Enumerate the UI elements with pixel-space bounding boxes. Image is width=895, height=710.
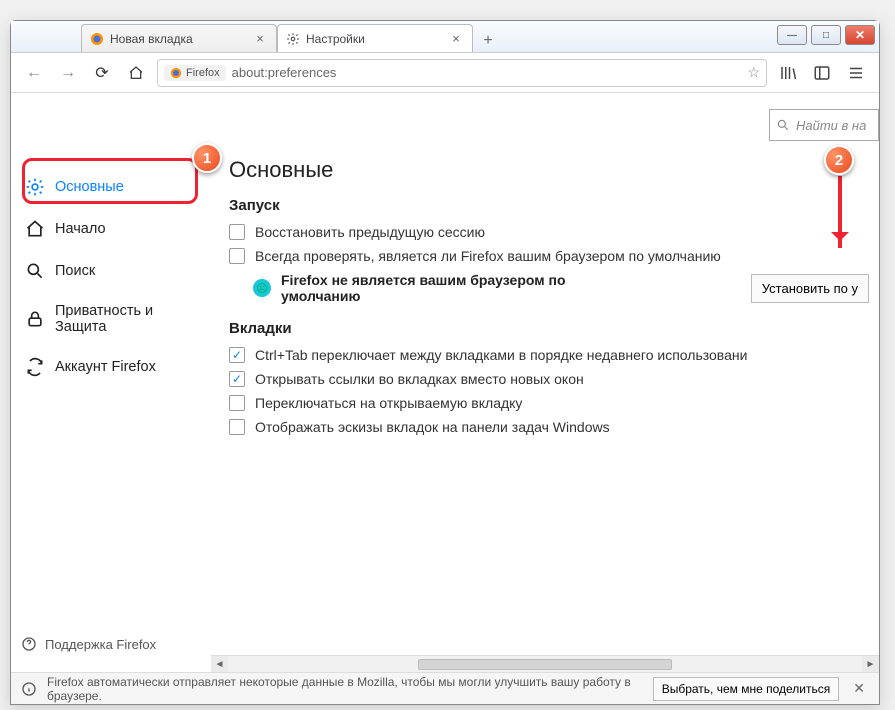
checkbox-label: Переключаться на открываемую вкладку [255, 395, 522, 411]
not-default-text: Firefox не является вашим браузером по у… [281, 272, 641, 304]
support-link[interactable]: Поддержка Firefox [21, 636, 156, 652]
checkbox-label: Ctrl+Tab переключает между вкладками в п… [255, 347, 747, 363]
sidebar-item-label: Аккаунт Firefox [55, 359, 156, 375]
titlebar: Новая вкладка × Настройки × + — □ ✕ [11, 21, 879, 53]
search-icon [25, 261, 45, 281]
forward-button[interactable]: → [55, 60, 81, 86]
browser-tab[interactable]: Настройки × [277, 24, 473, 52]
app-window: Новая вкладка × Настройки × + — □ ✕ ← → … [10, 20, 880, 705]
checkbox[interactable] [229, 395, 245, 411]
prefs-sidebar: Основные Начало Поиск Приватность и Защи… [11, 93, 211, 672]
info-icon [21, 681, 37, 697]
sidebar-item-account[interactable]: Аккаунт Firefox [15, 349, 211, 385]
search-icon [776, 118, 790, 132]
section-tabs-heading: Вкладки [229, 320, 869, 337]
sidebar-item-general[interactable]: Основные [15, 169, 211, 205]
set-default-button[interactable]: Установить по у [751, 274, 869, 303]
checkbox[interactable] [229, 347, 245, 363]
home-button[interactable] [123, 60, 149, 86]
checkbox-label: Всегда проверять, является ли Firefox ва… [255, 248, 721, 264]
horizontal-scrollbar[interactable]: ◄ ► [211, 655, 879, 672]
content-area: Основные Начало Поиск Приватность и Защи… [11, 93, 879, 672]
scrollbar-track[interactable] [228, 656, 862, 673]
sad-face-icon: ☹ [253, 279, 271, 297]
close-icon[interactable]: × [252, 31, 268, 46]
url-text: about:preferences [232, 65, 337, 80]
infobar-text: Firefox автоматически отправляет некотор… [47, 675, 643, 703]
infobar-choose-button[interactable]: Выбрать, чем мне поделиться [653, 677, 840, 701]
url-bar[interactable]: Firefox about:preferences ☆ [157, 59, 767, 87]
close-icon[interactable]: × [448, 31, 464, 46]
annotation-badge-2: 2 [824, 145, 854, 175]
checkbox[interactable] [229, 248, 245, 264]
scrollbar-thumb[interactable] [418, 659, 672, 670]
home-icon [25, 219, 45, 239]
checkbox[interactable] [229, 224, 245, 240]
sidebar-icon[interactable] [809, 60, 835, 86]
bookmark-star-icon[interactable]: ☆ [747, 64, 760, 81]
checkbox[interactable] [229, 419, 245, 435]
browser-tab[interactable]: Новая вкладка × [81, 24, 277, 52]
infobar: Firefox автоматически отправляет некотор… [11, 672, 879, 704]
checkbox-label: Отображать эскизы вкладок на панели зада… [255, 419, 610, 435]
section-startup-heading: Запуск [229, 197, 869, 214]
scroll-right-icon[interactable]: ► [862, 656, 879, 673]
reload-button[interactable]: ⟳ [89, 60, 115, 86]
checkbox-row[interactable]: Всегда проверять, является ли Firefox ва… [229, 248, 869, 264]
gear-icon [286, 32, 300, 46]
maximize-button[interactable]: □ [811, 25, 841, 45]
back-button[interactable]: ← [21, 60, 47, 86]
library-icon[interactable] [775, 60, 801, 86]
close-button[interactable]: ✕ [845, 25, 875, 45]
nav-toolbar: ← → ⟳ Firefox about:preferences ☆ [11, 53, 879, 93]
tab-label: Новая вкладка [110, 32, 193, 46]
minimize-button[interactable]: — [777, 25, 807, 45]
sidebar-item-search[interactable]: Поиск [15, 253, 211, 289]
checkbox-row[interactable]: Восстановить предыдущую сессию [229, 224, 869, 240]
tab-label: Настройки [306, 32, 365, 46]
tab-strip: Новая вкладка × Настройки × + [81, 22, 499, 52]
lock-icon [25, 309, 45, 329]
checkbox-row[interactable]: Отображать эскизы вкладок на панели зада… [229, 419, 869, 435]
search-placeholder: Найти в на [796, 118, 866, 133]
new-tab-button[interactable]: + [477, 30, 499, 52]
window-controls: — □ ✕ [777, 21, 879, 45]
checkbox[interactable] [229, 371, 245, 387]
sidebar-item-home[interactable]: Начало [15, 211, 211, 247]
page-title: Основные [229, 157, 869, 183]
checkbox-label: Восстановить предыдущую сессию [255, 224, 485, 240]
prefs-main: Найти в на Основные Запуск Восстановить … [211, 93, 879, 672]
firefox-icon [90, 32, 104, 46]
checkbox-row[interactable]: Ctrl+Tab переключает между вкладками в п… [229, 347, 869, 363]
default-browser-row: ☹ Firefox не является вашим браузером по… [253, 272, 869, 304]
brand-label: Firefox [186, 67, 220, 79]
annotation-arrow [838, 176, 842, 248]
annotation-badge-1: 1 [192, 143, 222, 173]
gear-icon [25, 177, 45, 197]
sidebar-item-label: Основные [55, 179, 124, 195]
checkbox-row[interactable]: Открывать ссылки во вкладках вместо новы… [229, 371, 869, 387]
prefs-search-input[interactable]: Найти в на [769, 109, 879, 141]
checkbox-label: Открывать ссылки во вкладках вместо новы… [255, 371, 584, 387]
support-label: Поддержка Firefox [45, 637, 156, 652]
sidebar-item-label: Начало [55, 221, 106, 237]
sidebar-item-label: Приватность и Защита [55, 303, 201, 335]
close-icon[interactable]: ✕ [849, 680, 869, 697]
sidebar-item-label: Поиск [55, 263, 95, 279]
checkbox-row[interactable]: Переключаться на открываемую вкладку [229, 395, 869, 411]
menu-icon[interactable] [843, 60, 869, 86]
identity-box[interactable]: Firefox [164, 65, 226, 81]
scroll-left-icon[interactable]: ◄ [211, 656, 228, 673]
sidebar-item-privacy[interactable]: Приватность и Защита [15, 295, 211, 343]
sync-icon [25, 357, 45, 377]
help-icon [21, 636, 37, 652]
